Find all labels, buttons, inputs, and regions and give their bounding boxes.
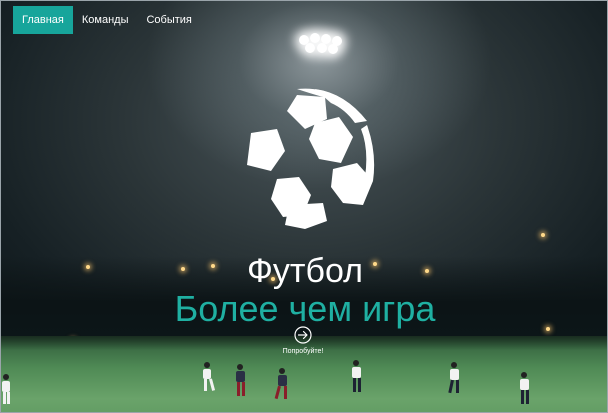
soccer-ball-icon xyxy=(227,88,375,232)
hero-subtitle: Более чем игра xyxy=(174,288,436,329)
nav-item-events[interactable]: События xyxy=(137,6,200,34)
nav-item-home[interactable]: Главная xyxy=(13,6,73,34)
hero-title: Футбол xyxy=(247,252,363,290)
main-nav: Главная Команды События xyxy=(13,6,201,34)
nav-item-teams[interactable]: Команды xyxy=(73,6,138,34)
hero-section: Главная Команды События Футбол Более чем… xyxy=(0,0,608,413)
try-it-button[interactable]: Попробуйте! xyxy=(275,326,331,362)
try-it-label: Попробуйте! xyxy=(282,348,324,355)
arrow-right-circle-icon xyxy=(294,326,312,344)
floodlight xyxy=(297,33,343,54)
